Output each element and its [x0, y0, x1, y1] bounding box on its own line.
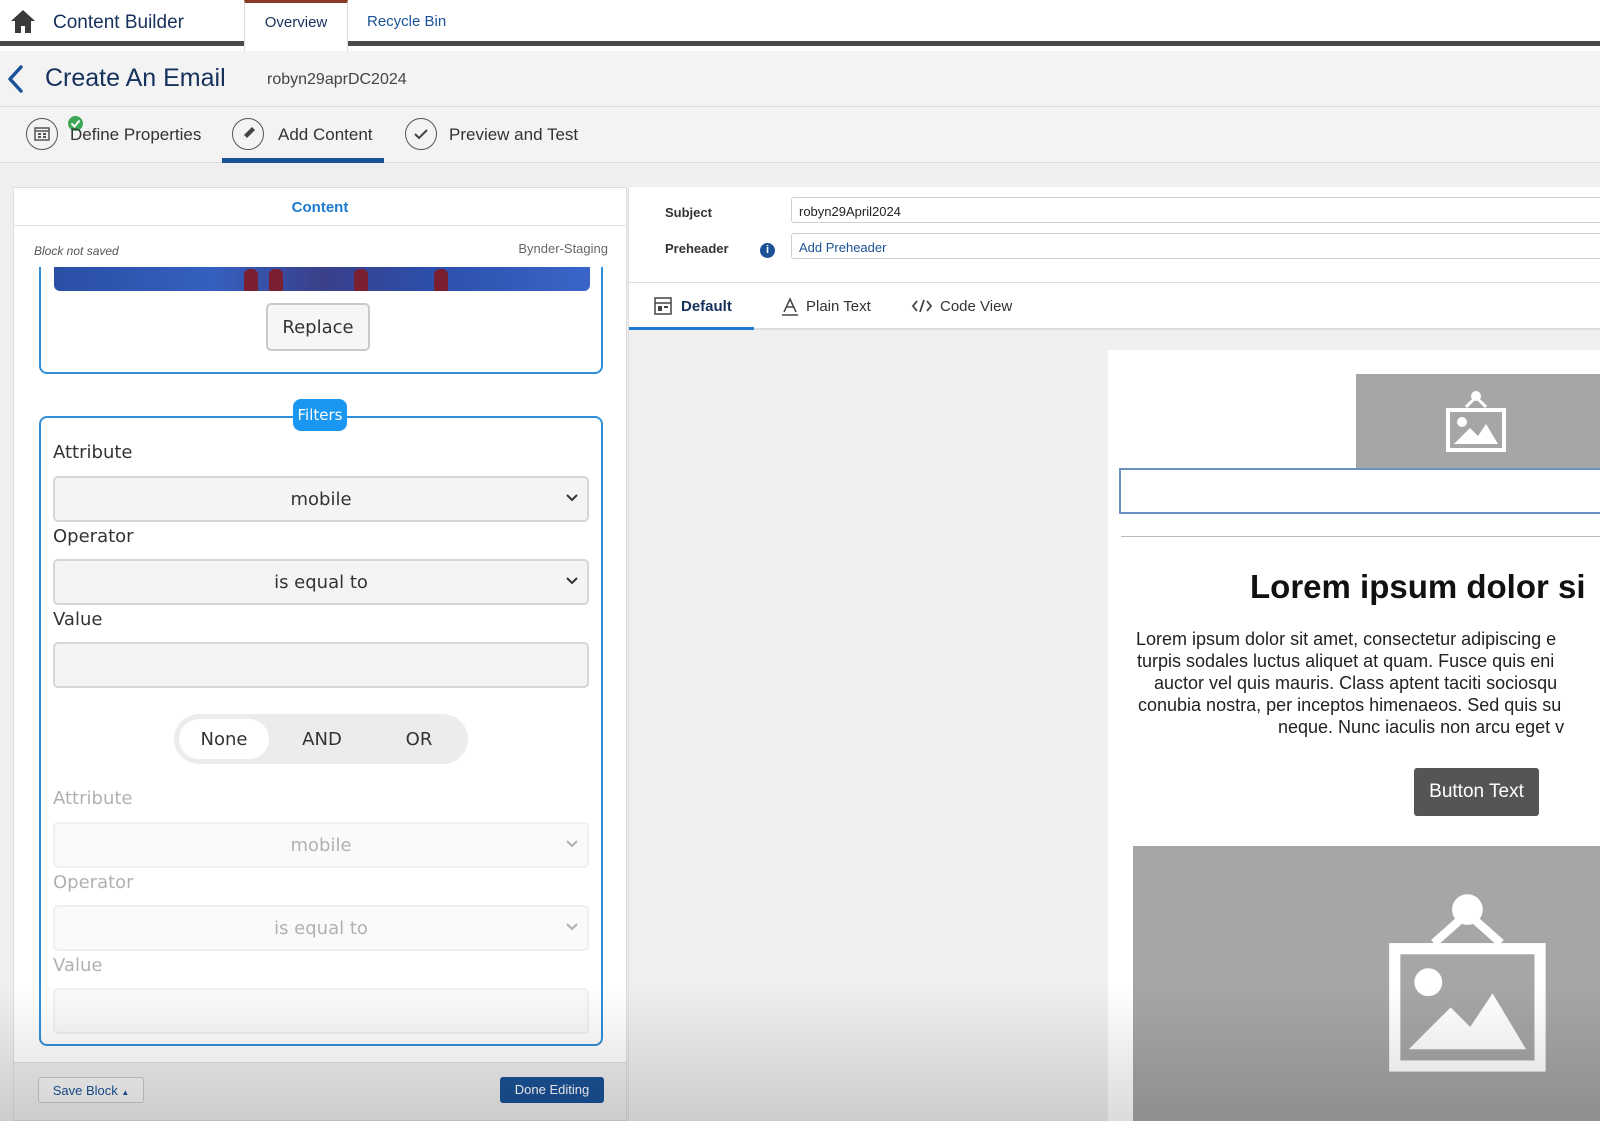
email-cta-button[interactable]: Button Text [1414, 768, 1539, 816]
attribute-select-value: mobile [290, 835, 352, 856]
attribute-label: Attribute [53, 442, 133, 463]
logic-none-option[interactable]: None [179, 719, 269, 759]
image-block-card: Replace [39, 267, 603, 374]
calendar-check-icon [26, 118, 58, 150]
body-line: conubia nostra, per inceptos himenaeos. … [1138, 695, 1562, 715]
save-block-button[interactable]: Save Block ▲ [38, 1077, 144, 1103]
code-icon [911, 299, 933, 313]
page-header: Create An Email robyn29aprDC2024 [0, 51, 1600, 107]
filters-tag: Filters [293, 399, 347, 431]
info-icon[interactable]: i [760, 243, 775, 258]
preheader-label: Preheader [665, 241, 729, 256]
asset-source: Bynder-Staging [518, 241, 608, 256]
tab-default-label: Default [681, 298, 732, 315]
attribute-label: Attribute [53, 788, 133, 809]
home-icon[interactable] [8, 6, 38, 36]
email-body-text[interactable]: Lorem ipsum dolor sit amet, consectetur … [1136, 628, 1600, 738]
tab-plain-text-label: Plain Text [806, 298, 871, 315]
attribute-select[interactable]: mobile [53, 476, 589, 522]
app-bar: Content Builder Overview Recycle Bin [0, 0, 1600, 52]
body-line: neque. Nunc iaculis non arcu eget v [1278, 717, 1565, 737]
tab-code-view-label: Code View [940, 298, 1013, 315]
step-label: Define Properties [70, 125, 202, 144]
operator-select[interactable]: is equal to [53, 559, 589, 605]
subject-label: Subject [665, 205, 712, 220]
replace-button[interactable]: Replace [266, 303, 370, 351]
body-line: auctor vel quis mauris. Class aptent tac… [1154, 673, 1558, 693]
chevron-down-icon [566, 494, 578, 502]
caret-up-icon: ▲ [121, 1088, 130, 1097]
content-panel-scroll[interactable]: Replace Filters Attribute mobile Operato… [14, 267, 626, 1062]
done-editing-button[interactable]: Done Editing [500, 1077, 604, 1103]
work-area: Content Block not saved Bynder-Staging R… [0, 163, 1600, 1121]
operator-select-value: is equal to [274, 918, 368, 939]
logic-or-option[interactable]: OR [374, 719, 464, 759]
checkmark-icon [405, 118, 437, 150]
save-block-label: Save Block [52, 1083, 118, 1098]
value-input-disabled [53, 988, 589, 1034]
logic-and-option[interactable]: AND [277, 719, 367, 759]
email-name: robyn29aprDC2024 [267, 71, 407, 88]
image-thumbnail [54, 267, 590, 291]
value-label: Value [53, 609, 103, 630]
tab-plain-text[interactable]: Plain Text [781, 283, 871, 331]
chevron-down-icon [566, 577, 578, 585]
layout-icon [654, 297, 672, 315]
email-canvas[interactable]: Lorem ipsum dolor si Lorem ipsum dolor s… [629, 330, 1600, 1121]
content-panel-header: Content [14, 188, 626, 226]
selected-block-outline[interactable] [1119, 468, 1600, 514]
chevron-down-icon [566, 923, 578, 931]
tab-recycle-bin[interactable]: Recycle Bin [367, 0, 446, 46]
filters-card: Filters Attribute mobile Operator is equ… [39, 399, 603, 1046]
view-tabs: Default Plain Text Code View [629, 282, 1600, 331]
preheader-field[interactable]: Add Preheader [791, 233, 1600, 259]
operator-select-disabled: is equal to [53, 905, 589, 951]
image-icon [1389, 894, 1546, 1072]
value-input[interactable] [53, 642, 589, 688]
tab-code-view[interactable]: Code View [911, 283, 1012, 331]
tab-default[interactable]: Default [629, 283, 754, 331]
divider [1121, 536, 1600, 537]
back-icon[interactable] [4, 63, 26, 95]
logic-toggle: None AND OR [174, 714, 468, 764]
image-icon [1446, 391, 1506, 452]
image-placeholder[interactable] [1356, 374, 1600, 468]
step-label: Preview and Test [449, 125, 579, 144]
email-preview: Lorem ipsum dolor si Lorem ipsum dolor s… [1108, 350, 1600, 1121]
block-status: Block not saved [34, 244, 119, 258]
app-title[interactable]: Content Builder [53, 12, 184, 34]
email-panel: Subject robyn29April2024 Preheader i Add… [628, 187, 1600, 1121]
image-placeholder-large[interactable] [1133, 846, 1600, 1121]
operator-select-value: is equal to [274, 572, 368, 593]
attribute-select-value: mobile [290, 489, 352, 510]
value-label: Value [53, 955, 103, 976]
content-panel-footer: Save Block ▲ Done Editing [14, 1062, 626, 1120]
attribute-select-disabled: mobile [53, 822, 589, 868]
body-line: Lorem ipsum dolor sit amet, consectetur … [1136, 629, 1557, 649]
wizard-steps: Define Properties Add Content Preview an… [0, 107, 1600, 163]
chevron-down-icon [566, 840, 578, 848]
body-line: turpis sodales luctus aliquet at quam. F… [1137, 651, 1555, 671]
pencil-icon [232, 118, 264, 150]
operator-label: Operator [53, 526, 134, 547]
step-label: Add Content [278, 125, 373, 144]
page-title: Create An Email [45, 64, 226, 92]
email-headline[interactable]: Lorem ipsum dolor si [1250, 568, 1586, 606]
subject-field[interactable]: robyn29April2024 [791, 197, 1600, 223]
step-add-content[interactable]: Add Content [222, 107, 384, 163]
email-fields: Subject robyn29April2024 Preheader i Add… [629, 187, 1600, 287]
tab-overview[interactable]: Overview [244, 0, 348, 52]
content-panel: Content Block not saved Bynder-Staging R… [13, 187, 627, 1121]
text-icon [782, 297, 798, 316]
operator-label: Operator [53, 872, 134, 893]
